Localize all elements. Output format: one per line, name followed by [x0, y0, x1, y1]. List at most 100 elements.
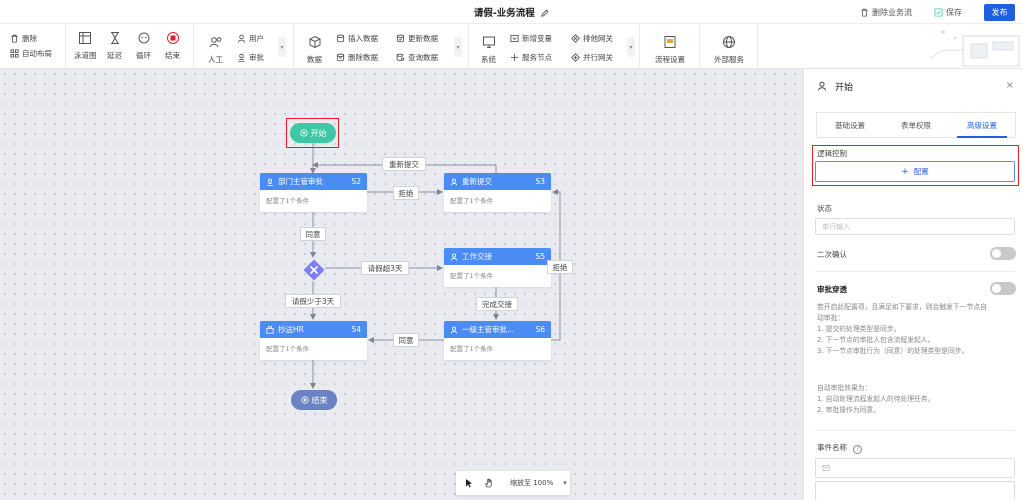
panel-tabs: 基础设置 表单权限 高级设置: [816, 112, 1016, 138]
top-header: 请假-业务流程 删除业务流 保存 发布: [0, 0, 1023, 24]
edge-label-reject[interactable]: 拒绝: [547, 260, 573, 274]
help-icon[interactable]: ?: [853, 445, 863, 454]
node-s4[interactable]: 抄送HR S4 配置了1个条件: [260, 321, 367, 360]
swimlane-tool[interactable]: 泳道图: [74, 31, 97, 61]
toolbar-group-data: 数据 插入数据 删除数据 更新数据 查询数据 ▾: [294, 24, 469, 69]
edge-label-agree[interactable]: 同意: [300, 227, 326, 241]
toolbar-group-edit: 删除 自动布局: [0, 24, 66, 69]
save-label: 保存: [946, 8, 962, 17]
exclusive-gateway-tool[interactable]: 排他网关: [571, 33, 613, 44]
query-data-label: 查询数据: [408, 53, 438, 62]
second-confirm-toggle[interactable]: [990, 247, 1016, 260]
approve-tool[interactable]: 审批: [237, 52, 264, 63]
edge-label-leave-under-3[interactable]: 请假少于3天: [285, 294, 341, 308]
node-s5[interactable]: 工作交接 S5 配置了1个条件: [444, 248, 551, 287]
parallel-gateway-tool[interactable]: 并行网关: [571, 52, 613, 63]
copy-send-icon: [266, 325, 274, 334]
edge-label-resubmit[interactable]: 重新提交: [382, 157, 426, 171]
toolbar-group-settings: 流程设置: [640, 24, 700, 69]
database-update-icon: [396, 34, 405, 43]
tab-form-permissions[interactable]: 表单权限: [883, 113, 949, 137]
add-variable-tool[interactable]: 新增变量: [510, 33, 552, 44]
pointer-icon[interactable]: [464, 478, 474, 488]
plus-icon: +: [901, 166, 909, 177]
divider: [815, 430, 1015, 431]
user-icon: [818, 81, 826, 91]
approval-passthrough-toggle[interactable]: [990, 282, 1016, 295]
event-name-text: 事件名称: [817, 443, 847, 452]
flow-edges: [310, 143, 561, 389]
desc-line: 3. 下一节点审批行为（同意）的处理类型是同步。: [817, 347, 969, 355]
delete-flow-button[interactable]: 删除业务流: [860, 7, 912, 18]
status-input[interactable]: 单行输入: [815, 218, 1015, 235]
status-placeholder: 单行输入: [822, 222, 850, 231]
tab-advanced-settings[interactable]: 高级设置: [949, 113, 1015, 138]
effect-line: 自动审批效果为：: [817, 384, 872, 392]
user-icon: [450, 326, 458, 334]
node-s3[interactable]: 重新提交 S3 配置了1个条件: [444, 173, 551, 212]
toolbar-more-system[interactable]: ▾: [627, 37, 635, 57]
play-circle-icon: [299, 129, 308, 137]
end-tool[interactable]: 结束: [165, 31, 180, 61]
config-button[interactable]: + 配置: [815, 161, 1015, 182]
auto-layout-tool[interactable]: 自动布局: [10, 48, 52, 59]
edge-label-agree[interactable]: 同意: [393, 333, 419, 347]
divider: [815, 271, 1015, 272]
node-s6[interactable]: 一级主管审批... S6 配置了1个条件: [444, 321, 551, 360]
end-node[interactable]: 结束: [291, 390, 337, 410]
edge-label-reject[interactable]: 拒绝: [393, 186, 419, 200]
people-icon: [209, 37, 221, 48]
exclusive-gateway-node[interactable]: [303, 259, 325, 281]
service-node-tool[interactable]: 服务节点: [510, 52, 552, 63]
chevron-down-icon[interactable]: ▾: [563, 479, 567, 487]
delay-label: 延迟: [107, 51, 122, 60]
toolbar-group-flow: 泳道图 延迟 循环 结束: [66, 24, 194, 69]
node-code: S5: [535, 252, 545, 261]
update-data-tool[interactable]: 更新数据: [396, 33, 438, 44]
query-data-tool[interactable]: 查询数据: [396, 52, 438, 63]
toolbar-more-manual[interactable]: ▾: [278, 37, 286, 57]
publish-button[interactable]: 发布: [984, 4, 1015, 21]
event-name-input-2[interactable]: [815, 481, 1015, 500]
close-icon[interactable]: ×: [1006, 80, 1014, 91]
user-icon: [450, 253, 458, 261]
node-desc: 配置了1个条件: [450, 272, 494, 280]
delay-tool[interactable]: 延迟: [107, 31, 122, 61]
toolbar-group-manual: 人工 用户 审批 ▾: [194, 24, 294, 69]
start-node[interactable]: 开始: [290, 123, 336, 143]
node-title: 工作交接: [462, 252, 492, 261]
user-icon: [237, 34, 246, 43]
hourglass-icon: [110, 32, 119, 44]
toolbar-more-data[interactable]: ▾: [454, 37, 462, 57]
data-tool[interactable]: 数据: [307, 35, 322, 65]
flow-canvas[interactable]: 开始 部门主管审批 S2 配置了1个条件 重新提交 S3 配置了1个条件 工作交…: [0, 69, 803, 500]
hand-icon[interactable]: [484, 478, 494, 488]
loop-tool[interactable]: 循环: [136, 31, 151, 61]
system-tool[interactable]: 系统: [481, 35, 496, 65]
edge-label-leave-over-3[interactable]: 请假超3天: [361, 261, 409, 275]
external-service-tool[interactable]: 外部服务: [714, 35, 744, 65]
event-name-input[interactable]: [815, 458, 1015, 478]
page-title-text: 请假-业务流程: [473, 8, 535, 19]
edit-icon[interactable]: [541, 9, 549, 17]
flow-settings-tool[interactable]: 流程设置: [655, 35, 685, 65]
node-title: 抄送HR: [278, 325, 304, 334]
insert-data-tool[interactable]: 插入数据: [336, 33, 378, 44]
manual-tool[interactable]: 人工: [208, 35, 223, 65]
event-name-label: 事件名称 ?: [817, 442, 863, 454]
end-node-label: 结束: [311, 395, 328, 405]
status-label: 状态: [817, 204, 832, 213]
flow-editor-app: 请假-业务流程 删除业务流 保存 发布 删除 自动布局 泳道图 延迟 循环 结束…: [0, 0, 1023, 500]
zoom-level[interactable]: 缩放至 100%: [510, 478, 553, 488]
node-toolbar: 删除 自动布局 泳道图 延迟 循环 结束 人工 用户 审批 ▾ 数据 插入数据 …: [0, 24, 1023, 69]
cube-icon: [309, 35, 320, 49]
delete-tool[interactable]: 删除: [10, 33, 37, 44]
edge-label-handover-done[interactable]: 完成交接: [476, 297, 518, 311]
stop-icon: [166, 32, 179, 44]
save-button[interactable]: 保存: [934, 7, 962, 18]
tab-basic-settings[interactable]: 基础设置: [817, 113, 883, 137]
user-tool[interactable]: 用户: [237, 33, 264, 44]
monitor-icon: [482, 36, 495, 48]
delete-data-tool[interactable]: 删除数据: [336, 52, 378, 63]
node-s2[interactable]: 部门主管审批 S2 配置了1个条件: [260, 173, 367, 212]
